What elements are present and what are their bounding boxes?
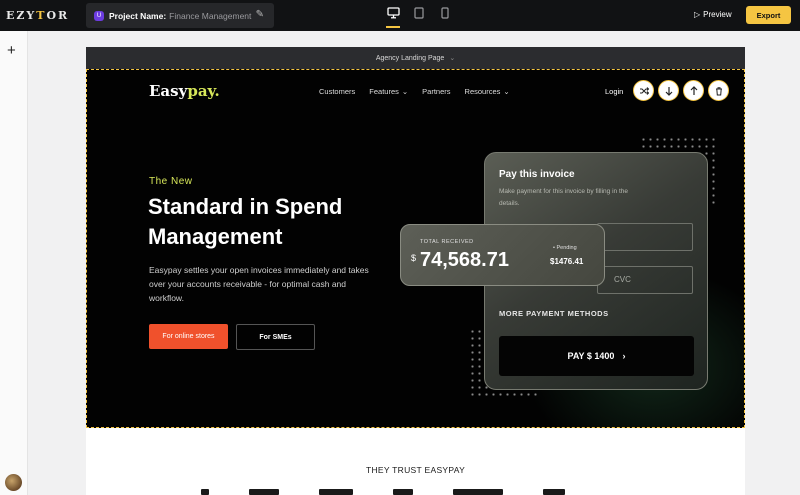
hero-headline: Standard in Spend Management <box>148 194 343 249</box>
partner-logo <box>201 489 209 495</box>
card-number-field[interactable] <box>597 223 693 251</box>
cta-smes-button[interactable]: For SMEs <box>236 324 315 350</box>
cvc-field[interactable]: CVC <box>597 266 693 294</box>
user-avatar[interactable] <box>5 474 22 491</box>
invoice-subtitle: Make payment for this invoice by filling… <box>499 188 628 207</box>
nav-item-features[interactable]: Features ⌄ <box>369 87 408 96</box>
page-label: Agency Landing Page <box>375 54 445 62</box>
hero-description: Easypay settles your open invoices immed… <box>149 265 369 303</box>
page-selector[interactable]: Agency Landing Page ⌄ <box>86 47 745 69</box>
partner-logo <box>249 489 279 495</box>
invoice-title: Pay this invoice <box>499 169 575 180</box>
play-icon: ▷ <box>694 10 701 19</box>
preview-label: Preview <box>703 10 732 19</box>
nav-item-partners[interactable]: Partners <box>422 87 450 96</box>
chevron-down-icon: ⌄ <box>401 87 409 96</box>
pay-label: PAY $ 1400 <box>567 351 615 361</box>
total-received-card: TOTAL RECEIVED $ 74,568.71 • Pending $14… <box>400 224 605 286</box>
cta-online-stores-button[interactable]: For online stores <box>149 324 228 349</box>
move-down-icon[interactable] <box>658 80 679 101</box>
export-button[interactable]: Export <box>746 6 791 24</box>
block-toolbar <box>633 80 729 101</box>
more-payment-methods-link[interactable]: MORE PAYMENT METHODS <box>499 309 609 318</box>
desktop-icon[interactable] <box>385 7 401 28</box>
top-toolbar: EZYTOR U Project Name: Finance Managemen… <box>0 0 800 31</box>
pending-value: $1476.41 <box>550 257 584 266</box>
partner-logo <box>319 489 353 495</box>
device-switcher <box>385 7 453 28</box>
shuffle-icon[interactable] <box>633 80 654 101</box>
app-logo[interactable]: EZYTOR <box>6 9 69 22</box>
project-badge: U <box>94 10 104 21</box>
site-brand[interactable]: Easypay. <box>149 82 220 100</box>
hero-tagline: The New <box>149 176 193 187</box>
total-received-amount: 74,568.71 <box>420 249 509 271</box>
pay-button[interactable]: PAY $ 1400 › <box>499 336 694 376</box>
mobile-icon[interactable] <box>437 7 453 23</box>
project-name: Finance Management <box>169 10 252 21</box>
chevron-down-icon: ⌄ <box>449 55 456 62</box>
add-block-icon[interactable]: + <box>7 43 16 58</box>
trash-icon[interactable] <box>708 80 729 101</box>
chevron-right-icon: › <box>622 351 626 361</box>
pending-label: • Pending <box>553 245 577 251</box>
currency-symbol: $ <box>411 253 417 263</box>
preview-button[interactable]: ▷ Preview <box>694 10 732 19</box>
edit-pencil-icon[interactable]: ✎ <box>256 9 264 20</box>
nav-item-customers[interactable]: Customers <box>319 87 355 96</box>
nav-item-resources[interactable]: Resources ⌄ <box>465 87 510 96</box>
partner-logo <box>393 489 413 495</box>
login-link[interactable]: Login <box>605 87 623 96</box>
trust-section[interactable]: THEY TRUST EASYPAY <box>86 428 745 495</box>
project-label: Project Name: <box>109 10 167 21</box>
partner-logos <box>201 489 621 495</box>
left-rail: + <box>0 31 28 495</box>
hero-section[interactable]: Easypay. Customers Features ⌄ Partners Re… <box>86 69 745 428</box>
tablet-icon[interactable] <box>411 7 427 23</box>
total-received-label: TOTAL RECEIVED <box>420 239 474 245</box>
partner-logo <box>453 489 503 495</box>
project-name-field[interactable]: U Project Name: Finance Management ✎ <box>86 3 274 28</box>
trust-title: THEY TRUST EASYPAY <box>365 465 466 475</box>
chevron-down-icon: ⌄ <box>503 87 510 96</box>
partner-logo <box>543 489 565 495</box>
site-nav: Customers Features ⌄ Partners Resources ⌄ <box>319 87 510 96</box>
move-up-icon[interactable] <box>683 80 704 101</box>
